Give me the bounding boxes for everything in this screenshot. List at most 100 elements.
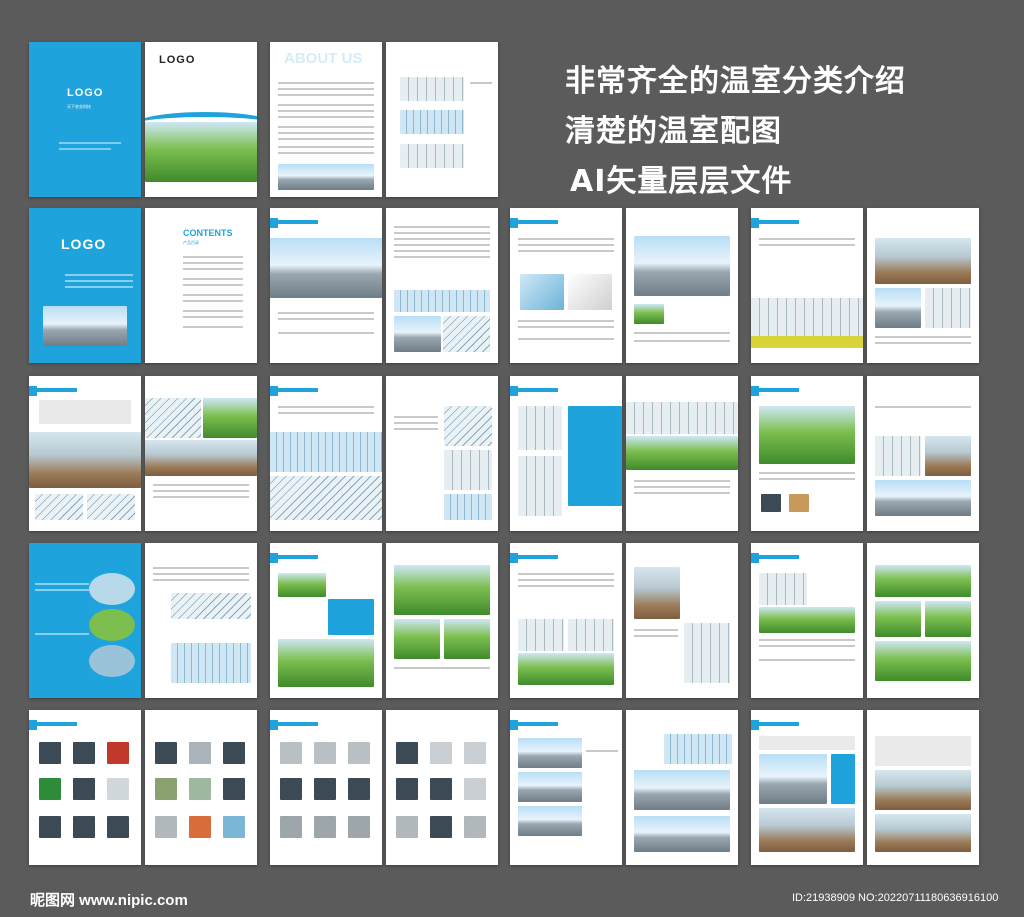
part-photo [155,742,177,764]
page-photos [386,42,498,197]
photo [751,336,863,348]
spread-4 [751,208,979,363]
part-photo [280,742,302,764]
photo [145,398,201,438]
page [867,543,979,698]
photo [444,494,492,520]
spread-5 [29,376,257,531]
photo [400,144,464,168]
photo [394,290,490,312]
page [626,208,738,363]
photo [394,619,440,659]
photo [278,573,326,597]
photo [875,641,971,681]
page [29,543,141,698]
part-photo [39,816,61,838]
circle-photo [89,645,135,677]
page [751,208,863,363]
photo [278,164,374,190]
page-contact: LOGO [29,208,141,363]
part-photo [464,778,486,800]
photo [518,806,582,836]
photo [634,304,664,324]
photo [518,456,562,516]
photo [400,110,464,134]
part-photo [430,816,452,838]
photo [875,288,921,328]
part-photo [73,816,95,838]
photo [270,476,382,520]
photo [444,619,490,659]
page [386,543,498,698]
page [751,376,863,531]
page-parts [386,710,498,865]
part-photo [314,778,336,800]
photo [270,432,382,472]
part-photo [189,778,211,800]
photo [626,436,738,470]
photo [875,238,971,284]
watermark-id: ID:21938909 NO:20220711180636916100 [792,892,999,904]
company-name: 天下农业科技 [67,104,91,109]
page-back-cover: LOGO 天下农业科技 [29,42,141,197]
part-photo [223,778,245,800]
photo [43,306,127,346]
panel-photo [520,274,564,310]
photo [518,653,614,685]
part-photo [189,742,211,764]
spread-13 [29,710,257,865]
spread-7 [510,376,738,531]
photo [664,734,732,764]
spread-11 [510,543,738,698]
page [867,710,979,865]
photo [875,814,971,852]
spread-cover: LOGO 天下农业科技 LOGO [29,42,257,197]
page [386,208,498,363]
page [510,710,622,865]
part-photo [464,816,486,838]
photo [875,436,921,476]
panel-photo [568,274,612,310]
photo [394,316,441,352]
page [29,376,141,531]
photo [270,238,382,298]
part-photo [348,742,370,764]
page [145,376,257,531]
photo [171,593,251,619]
page [145,543,257,698]
headline-line-3: AI矢量层层文件 [570,164,793,199]
spread-14 [270,710,498,865]
page-about: ABOUT US [270,42,382,197]
photo [684,623,730,683]
part-photo [39,742,61,764]
photo [518,738,582,768]
photo [35,494,83,520]
spread-8 [751,376,979,531]
photo [443,316,490,352]
photo [444,450,492,490]
spread-about: ABOUT US [270,42,498,197]
logo-text: LOGO [61,236,107,252]
photo [394,565,490,615]
page-parts [29,710,141,865]
spread-15 [510,710,738,865]
part-photo [789,494,809,512]
part-photo [73,742,95,764]
page [270,543,382,698]
circle-photo [89,573,135,605]
logo-text: LOGO [67,87,104,99]
spread-6 [270,376,498,531]
headline-line-2: 清楚的温室配图 [565,114,782,149]
photo [568,619,614,651]
spread-2 [270,208,498,363]
page [751,710,863,865]
photo [925,436,971,476]
photo [518,406,562,450]
spread-16 [751,710,979,865]
photo [759,754,827,804]
photo [875,480,971,516]
spread-10 [270,543,498,698]
spread-12 [751,543,979,698]
contents-subtitle: 产品目录 [183,240,199,245]
page [626,543,738,698]
